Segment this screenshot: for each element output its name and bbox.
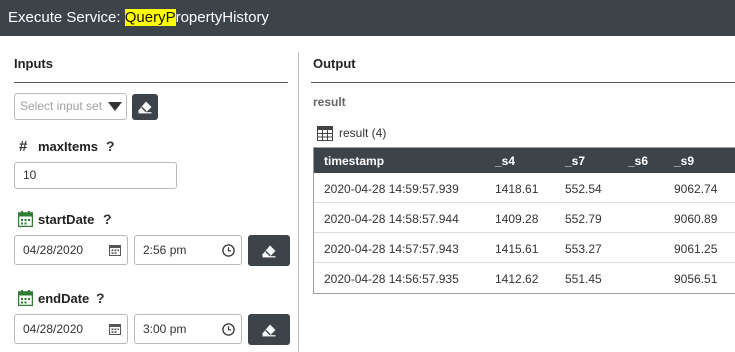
- clear-enddate-button[interactable]: [248, 314, 290, 345]
- title-prefix: Execute Service:: [8, 9, 125, 26]
- column-header-s9[interactable]: _s9: [674, 154, 694, 168]
- cell-s4: 1409.28: [495, 212, 539, 226]
- chevron-down-icon: [108, 102, 122, 111]
- calendar-icon[interactable]: [109, 244, 121, 256]
- clear-startdate-button[interactable]: [248, 235, 290, 266]
- cell-timestamp: 2020-04-28 14:56:57.935: [324, 272, 459, 286]
- enddate-time-input[interactable]: 3:00 pm: [134, 314, 242, 344]
- clock-icon[interactable]: [222, 323, 235, 336]
- table-row[interactable]: 2020-04-28 14:58:57.944 1409.28 552.79 9…: [314, 203, 735, 233]
- cell-s7: 553.27: [565, 242, 602, 256]
- calendar-icon: [18, 290, 33, 306]
- column-header-s4[interactable]: _s4: [495, 154, 515, 168]
- maxitems-help-icon[interactable]: ?: [106, 138, 115, 154]
- cell-s4: 1412.62: [495, 272, 539, 286]
- startdate-time-value: 2:56 pm: [143, 243, 187, 257]
- enddate-label: endDate: [38, 291, 90, 306]
- inputs-rule: [14, 82, 288, 83]
- cell-s7: 552.79: [565, 212, 602, 226]
- startdate-label: startDate: [38, 212, 95, 227]
- cell-timestamp: 2020-04-28 14:57:57.943: [324, 242, 459, 256]
- enddate-time-value: 3:00 pm: [143, 322, 187, 336]
- cell-timestamp: 2020-04-28 14:59:57.939: [324, 182, 459, 196]
- result-table: timestamp _s4 _s7 _s6 _s9 2020-04-28 14:…: [313, 147, 735, 294]
- startdate-date-input[interactable]: 04/28/2020: [14, 235, 128, 265]
- cell-s7: 552.54: [565, 182, 602, 196]
- title-highlight: QueryP: [124, 9, 176, 26]
- clock-icon[interactable]: [222, 244, 235, 257]
- title-suffix: ropertyHistory: [175, 9, 269, 26]
- input-set-placeholder: Select input set: [20, 99, 103, 113]
- cell-timestamp: 2020-04-28 14:58:57.944: [324, 212, 459, 226]
- cell-s9: 9062.74: [674, 182, 718, 196]
- result-caption: result (4): [339, 126, 387, 140]
- inputs-heading: Inputs: [14, 56, 53, 71]
- cell-s4: 1418.61: [495, 182, 539, 196]
- column-header-s7[interactable]: _s7: [565, 154, 585, 168]
- table-row[interactable]: 2020-04-28 14:56:57.935 1412.62 551.45 9…: [314, 263, 735, 293]
- startdate-date-value: 04/28/2020: [23, 243, 84, 257]
- cell-s9: 9056.51: [674, 272, 718, 286]
- column-header-timestamp[interactable]: timestamp: [324, 154, 384, 168]
- hash-icon: #: [19, 138, 28, 155]
- maxitems-input[interactable]: 10: [14, 162, 177, 189]
- startdate-time-input[interactable]: 2:56 pm: [134, 235, 242, 265]
- table-icon: [317, 126, 333, 141]
- table-row[interactable]: 2020-04-28 14:57:57.943 1415.61 553.27 9…: [314, 233, 735, 263]
- cell-s9: 9061.25: [674, 242, 718, 256]
- output-heading: Output: [313, 56, 356, 71]
- enddate-date-value: 04/28/2020: [23, 322, 84, 336]
- eraser-icon: [138, 101, 152, 114]
- enddate-help-icon[interactable]: ?: [96, 290, 105, 306]
- output-rule: [311, 82, 735, 83]
- output-subheading: result: [313, 95, 346, 109]
- table-row[interactable]: 2020-04-28 14:59:57.939 1418.61 552.54 9…: [314, 173, 735, 203]
- pane-divider[interactable]: [298, 52, 299, 352]
- eraser-icon: [262, 324, 276, 336]
- cell-s7: 551.45: [565, 272, 602, 286]
- column-header-s6[interactable]: _s6: [628, 154, 648, 168]
- window-title: Execute Service: QueryPropertyHistory: [0, 0, 735, 36]
- cell-s4: 1415.61: [495, 242, 539, 256]
- table-header: timestamp _s4 _s7 _s6 _s9: [314, 148, 735, 173]
- calendar-icon[interactable]: [109, 323, 121, 335]
- eraser-icon: [262, 245, 276, 257]
- clear-input-set-button[interactable]: [132, 94, 158, 120]
- calendar-icon: [18, 211, 33, 227]
- input-set-select[interactable]: Select input set: [14, 93, 127, 120]
- maxitems-label: maxItems: [38, 139, 98, 154]
- startdate-help-icon[interactable]: ?: [103, 211, 112, 227]
- enddate-date-input[interactable]: 04/28/2020: [14, 314, 128, 344]
- cell-s9: 9060.89: [674, 212, 718, 226]
